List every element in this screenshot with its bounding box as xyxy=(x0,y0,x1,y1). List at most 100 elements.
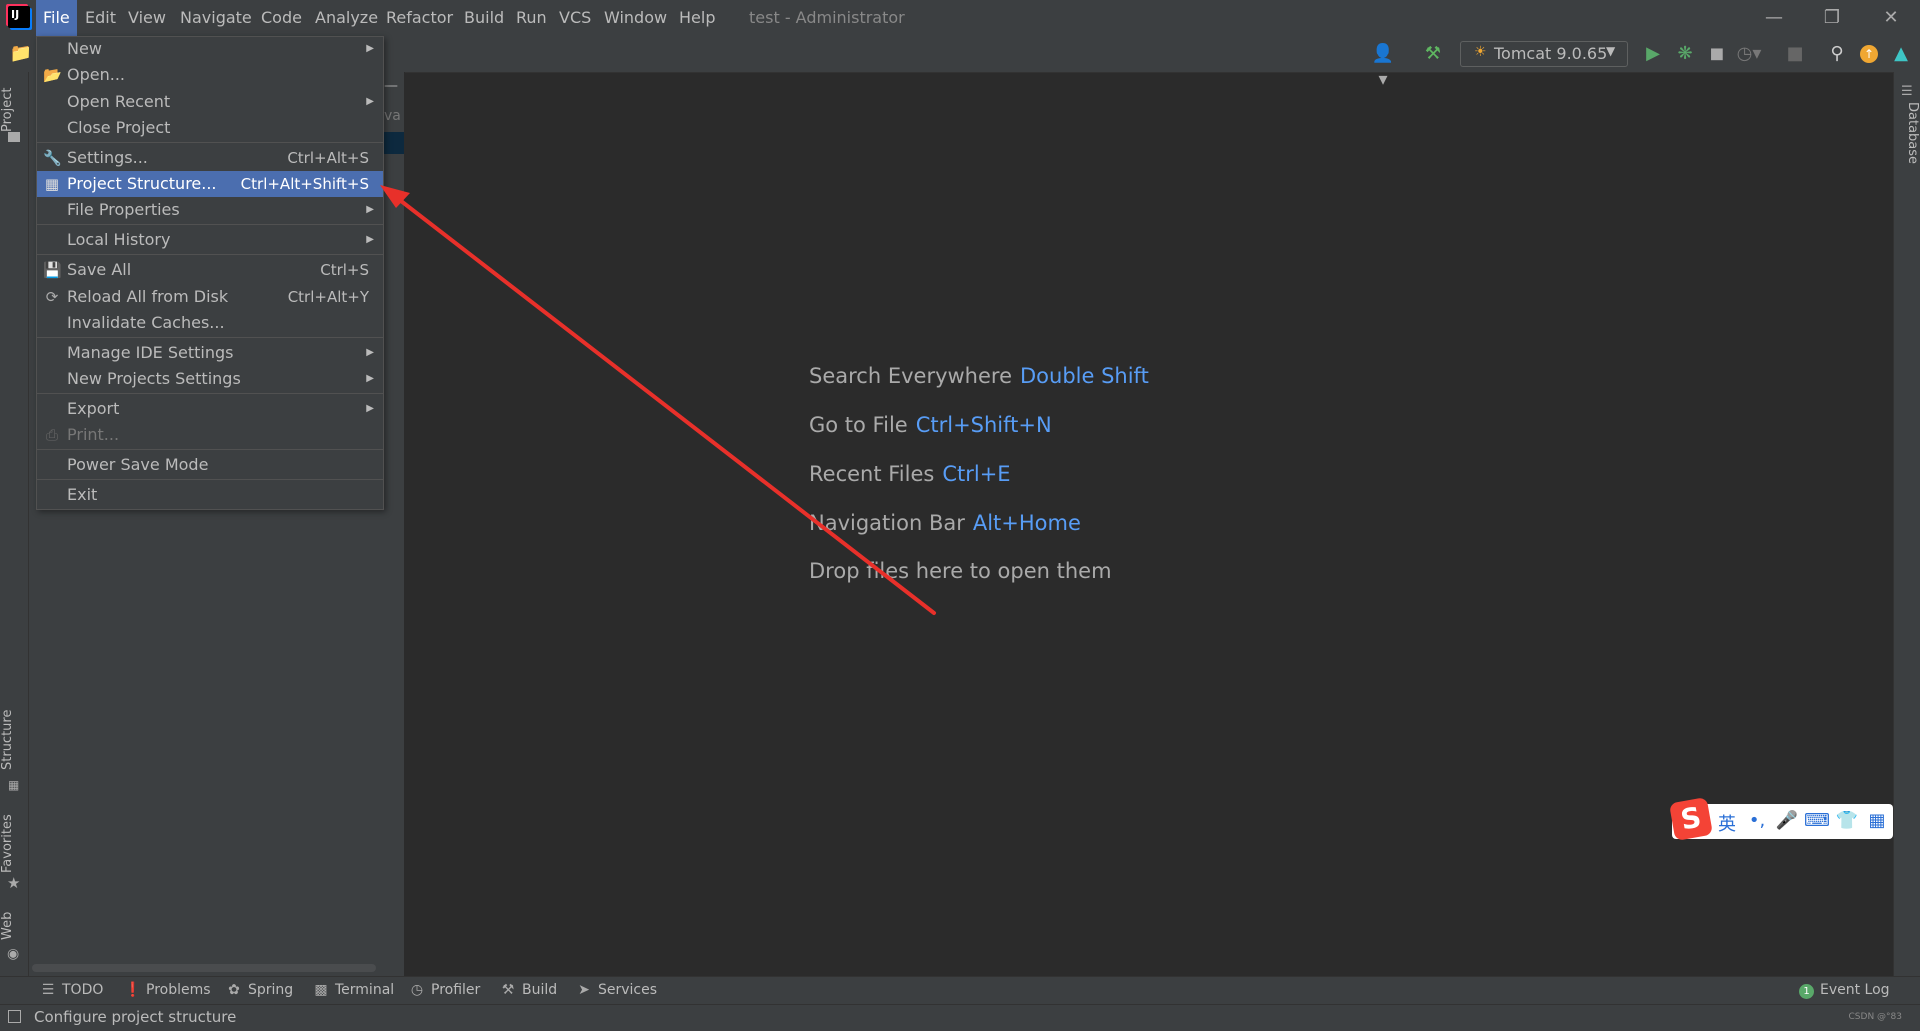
debug-icon[interactable]: ❋ xyxy=(1672,41,1698,67)
menu-item-export[interactable]: Export ▶ xyxy=(37,396,383,422)
menu-item-shortcut: Ctrl+Alt+Y xyxy=(287,288,369,306)
menu-code[interactable]: Code xyxy=(254,0,309,36)
menu-item-manage-ide-settings[interactable]: Manage IDE Settings ▶ xyxy=(37,340,383,366)
intellij-logo-icon[interactable]: IJ xyxy=(8,6,30,28)
tab-build[interactable]: ⚒ Build xyxy=(500,976,557,1004)
menu-item-power-save-mode[interactable]: Power Save Mode xyxy=(37,452,383,478)
hint-search-everywhere: Search Everywhere Double Shift xyxy=(809,364,1149,388)
menu-view[interactable]: View xyxy=(121,0,173,36)
menu-separator xyxy=(37,393,383,394)
tab-web[interactable]: Web xyxy=(0,912,28,940)
tomcat-icon: ☀ xyxy=(1474,44,1487,60)
menu-run[interactable]: Run xyxy=(509,0,554,36)
tab-terminal[interactable]: ▩ Terminal xyxy=(313,976,394,1004)
hint-go-to-file: Go to File Ctrl+Shift+N xyxy=(809,413,1052,437)
hint-text: Go to File xyxy=(809,413,908,437)
horizontal-scrollbar[interactable] xyxy=(32,964,376,972)
tab-favorites[interactable]: Favorites xyxy=(0,812,28,876)
menu-item-open[interactable]: 📂 Open... xyxy=(37,62,383,88)
menu-item-local-history[interactable]: Local History ▶ xyxy=(37,227,383,253)
tab-spring[interactable]: ✿ Spring xyxy=(226,976,293,1004)
run-icon[interactable]: ▶ xyxy=(1640,41,1666,67)
menu-item-settings[interactable]: 🔧 Settings... Ctrl+Alt+S xyxy=(37,145,383,171)
tab-event-log[interactable]: 1 Event Log xyxy=(1799,976,1890,1004)
menu-refactor[interactable]: Refactor xyxy=(379,0,460,36)
toolbox-grid-icon[interactable]: ▦ xyxy=(1864,810,1890,831)
microphone-icon[interactable]: 🎤 xyxy=(1774,810,1800,831)
watermark: CSDN @°83 xyxy=(1848,1012,1902,1022)
search-icon[interactable]: ⚲ xyxy=(1824,41,1850,67)
menu-separator xyxy=(37,449,383,450)
menu-separator xyxy=(37,254,383,255)
tab-services[interactable]: ➤ Services xyxy=(576,976,657,1004)
menu-item-project-structure[interactable]: ▦ Project Structure... Ctrl+Alt+Shift+S xyxy=(37,171,383,197)
menu-item-open-recent[interactable]: Open Recent ▶ xyxy=(37,89,383,115)
sogou-logo-icon[interactable]: S xyxy=(1668,796,1714,842)
toggle-tool-windows-icon[interactable] xyxy=(8,1010,21,1023)
project-folder-icon[interactable]: 📁 xyxy=(8,41,34,67)
plugin-icon[interactable]: ▲ xyxy=(1888,41,1914,67)
wrench-icon: 🔧 xyxy=(43,149,62,167)
project-structure-icon: ▦ xyxy=(44,175,60,193)
menu-item-save-all[interactable]: 💾 Save All Ctrl+S xyxy=(37,257,383,283)
hint-drop-files: Drop files here to open them xyxy=(809,559,1112,583)
menu-separator xyxy=(37,142,383,143)
menu-item-label: New Projects Settings xyxy=(67,369,241,388)
menu-item-invalidate-caches[interactable]: Invalidate Caches... xyxy=(37,310,383,336)
minimize-icon[interactable]: — xyxy=(1745,0,1803,36)
submenu-arrow-icon: ▶ xyxy=(366,43,374,54)
menu-item-label: Save All xyxy=(67,260,132,279)
menu-item-new-projects-settings[interactable]: New Projects Settings ▶ xyxy=(37,366,383,392)
stop-icon[interactable]: ■ xyxy=(1782,41,1808,67)
menu-file[interactable]: File xyxy=(36,0,77,36)
keyboard-icon[interactable]: ⌨ xyxy=(1804,810,1830,831)
menu-item-shortcut: Ctrl+Alt+S xyxy=(287,149,369,167)
ime-language-toggle[interactable]: 英 xyxy=(1714,810,1740,836)
menu-help[interactable]: Help xyxy=(672,0,722,36)
tab-structure[interactable]: Structure xyxy=(0,706,28,774)
tab-project[interactable]: Project xyxy=(0,80,28,140)
update-icon[interactable]: ↑ xyxy=(1860,45,1878,63)
menu-item-file-properties[interactable]: File Properties ▶ xyxy=(37,197,383,223)
menu-build[interactable]: Build xyxy=(457,0,511,36)
submenu-arrow-icon: ▶ xyxy=(366,347,374,358)
tab-label: Terminal xyxy=(335,982,395,998)
menu-edit[interactable]: Edit xyxy=(78,0,123,36)
star-icon: ★ xyxy=(7,874,21,892)
menu-window[interactable]: Window xyxy=(597,0,674,36)
restore-icon[interactable]: ❐ xyxy=(1803,0,1861,36)
annotation-arrow-line xyxy=(390,192,936,615)
profile-icon[interactable]: ◷▾ xyxy=(1736,41,1762,67)
close-icon[interactable]: ✕ xyxy=(1862,0,1920,36)
menu-item-exit[interactable]: Exit xyxy=(37,482,383,508)
right-tool-stripe xyxy=(1893,72,1920,976)
coverage-icon[interactable]: ◼ xyxy=(1704,41,1730,67)
tab-profiler[interactable]: ◷ Profiler xyxy=(409,976,480,1004)
menu-vcs[interactable]: VCS xyxy=(552,0,598,36)
globe-icon: ◉ xyxy=(7,946,20,962)
menu-analyze[interactable]: Analyze xyxy=(308,0,385,36)
tab-todo[interactable]: ☰ TODO xyxy=(40,976,104,1004)
warning-icon: ❗ xyxy=(124,982,142,998)
hint-text: Navigation Bar xyxy=(809,511,965,535)
tab-database[interactable]: Database xyxy=(1893,102,1920,164)
menu-item-close-project[interactable]: Close Project xyxy=(37,115,383,141)
tab-problems[interactable]: ❗ Problems xyxy=(124,976,211,1004)
selected-tree-row[interactable] xyxy=(382,132,404,154)
skin-shirt-icon[interactable]: 👕 xyxy=(1834,810,1860,831)
menu-separator xyxy=(37,224,383,225)
menu-item-reload-all[interactable]: ⟳ Reload All from Disk Ctrl+Alt+Y xyxy=(37,284,383,310)
event-count-badge: 1 xyxy=(1799,984,1814,999)
collapse-panel-icon[interactable]: — xyxy=(384,78,398,94)
panel-path-fragment: va xyxy=(384,108,401,124)
menu-navigate[interactable]: Navigate xyxy=(173,0,259,36)
status-bar xyxy=(0,1004,1920,1031)
reload-icon: ⟳ xyxy=(45,288,59,306)
menu-item-new[interactable]: New ▶ xyxy=(37,36,383,62)
hint-recent-files: Recent Files Ctrl+E xyxy=(809,462,1011,486)
ime-punctuation-toggle[interactable]: •, xyxy=(1744,810,1770,831)
user-icon[interactable]: 👤▾ xyxy=(1370,41,1396,90)
hint-shortcut: Ctrl+E xyxy=(942,462,1011,486)
hammer-build-icon[interactable]: ⚒ xyxy=(1420,41,1446,67)
menu-item-label: New xyxy=(67,39,102,58)
